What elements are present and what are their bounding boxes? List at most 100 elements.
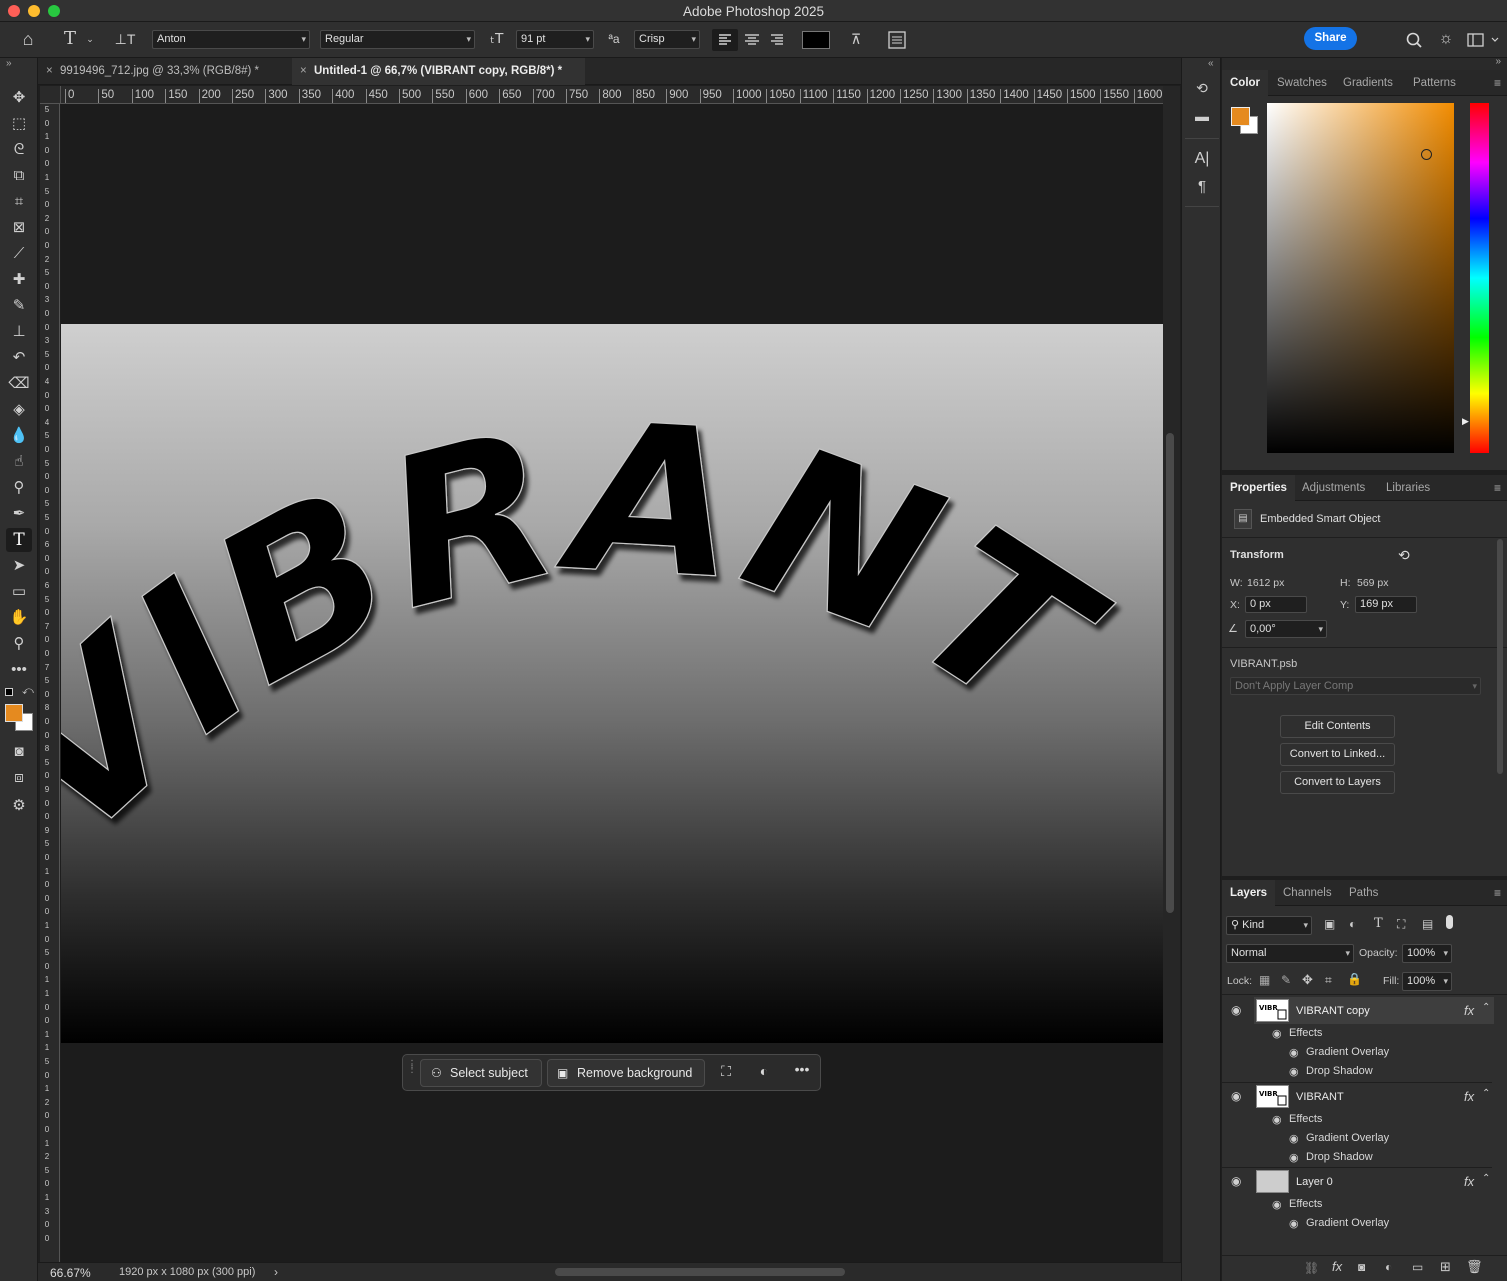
document-info[interactable]: 1920 px x 1080 px (300 ppi) xyxy=(119,1266,255,1278)
link-layers-icon[interactable]: ⛓ xyxy=(1304,1261,1319,1275)
filter-adjustment-icon[interactable]: ◐ xyxy=(1349,917,1356,931)
document-canvas[interactable]: VIBRANT xyxy=(61,324,1163,1043)
character-icon[interactable]: A| xyxy=(1190,150,1214,172)
effect-eye-icon[interactable]: ◉ xyxy=(1289,1132,1299,1145)
hue-slider[interactable] xyxy=(1470,103,1489,453)
visibility-eye-icon[interactable]: ◉ xyxy=(1231,1174,1241,1188)
share-button[interactable]: Share xyxy=(1304,27,1357,50)
align-right-button[interactable] xyxy=(766,29,790,51)
tab-properties[interactable]: Properties xyxy=(1222,475,1295,501)
filter-smart-object-icon[interactable]: ▤ xyxy=(1422,917,1433,931)
zoom-level[interactable]: 66.67% xyxy=(50,1266,91,1280)
lock-position-icon[interactable]: ✥ xyxy=(1302,972,1313,988)
lasso-tool-icon[interactable]: ᘓ xyxy=(6,138,32,162)
panel-menu-icon[interactable]: ≡ xyxy=(1494,76,1501,90)
layer-thumbnail[interactable]: VIBR xyxy=(1256,1085,1289,1108)
add-style-icon[interactable]: fx xyxy=(1332,1259,1342,1274)
layer-name[interactable]: VIBRANT copy xyxy=(1296,1005,1370,1017)
visibility-eye-icon[interactable]: ◉ xyxy=(1231,1089,1241,1103)
quick-mask-icon[interactable]: ◙ xyxy=(6,740,32,764)
transform-icon[interactable]: ⛶ xyxy=(715,1063,737,1083)
add-mask-icon[interactable]: ◙ xyxy=(1358,1260,1365,1274)
eraser-tool-icon[interactable]: ⌫ xyxy=(6,372,32,396)
tab-document-1[interactable]: × 9919496_712.jpg @ 33,3% (RGB/8#) * xyxy=(38,58,292,85)
layer-comp-select[interactable]: Don't Apply Layer Comp ▾ xyxy=(1230,677,1481,695)
tab-swatches[interactable]: Swatches xyxy=(1269,70,1335,96)
type-tool-icon[interactable]: T xyxy=(6,528,32,552)
zoom-tool-icon[interactable]: ⚲ xyxy=(6,632,32,656)
tab-layers[interactable]: Layers xyxy=(1222,880,1276,906)
new-layer-icon[interactable]: ⊞ xyxy=(1440,1259,1451,1275)
tab-color[interactable]: Color xyxy=(1222,70,1269,96)
filter-toggle[interactable] xyxy=(1446,915,1453,929)
new-group-icon[interactable]: ▭ xyxy=(1412,1260,1423,1274)
dodge-tool-icon[interactable]: ⚲ xyxy=(6,476,32,500)
convert-to-layers-button[interactable]: Convert to Layers xyxy=(1280,771,1395,794)
generative-tools-icon[interactable]: ⚙ xyxy=(6,794,32,818)
effect-gradient-overlay[interactable]: Gradient Overlay xyxy=(1306,1046,1389,1058)
properties-scrollbar[interactable] xyxy=(1497,539,1503,774)
y-position-input[interactable]: 169 px xyxy=(1355,596,1417,613)
collapse-effects-icon[interactable]: ⌃ xyxy=(1482,1088,1490,1099)
foreground-color-chip[interactable] xyxy=(1231,107,1250,126)
filter-pixel-icon[interactable]: ▣ xyxy=(1324,917,1335,931)
collapse-toolbar-icon[interactable]: » xyxy=(6,58,12,69)
pen-tool-icon[interactable]: ✒ xyxy=(6,502,32,526)
panel-menu-icon[interactable]: ≡ xyxy=(1494,481,1501,495)
more-tools-icon[interactable]: ••• xyxy=(6,658,32,682)
text-color-swatch[interactable] xyxy=(802,31,830,49)
frame-tool-icon[interactable]: ⊠ xyxy=(6,216,32,240)
remove-background-button[interactable]: ▣ Remove background xyxy=(547,1059,705,1087)
move-tool-icon[interactable]: ✥ xyxy=(6,86,32,110)
color-picker-cursor[interactable] xyxy=(1421,149,1432,160)
horizontal-ruler[interactable]: 0 50 100 150 200 250 300 350 400 450 500 550 600 650 7… xyxy=(61,86,1163,104)
chevron-down-icon[interactable]: ⌄ xyxy=(84,29,96,49)
select-subject-button[interactable]: ⚇ Select subject xyxy=(420,1059,542,1087)
effects-eye-icon[interactable]: ◉ xyxy=(1272,1113,1282,1126)
layer-filter-kind-select[interactable]: ⚲ Kind ▾ xyxy=(1226,916,1312,935)
eyedropper-tool-icon[interactable]: ⟋ xyxy=(6,242,32,266)
ruler-origin[interactable] xyxy=(40,86,61,104)
foreground-color-swatch[interactable] xyxy=(5,704,23,722)
antialias-select[interactable]: Crisp ▾ xyxy=(634,30,700,49)
fx-icon[interactable]: fx xyxy=(1464,1174,1474,1189)
warp-text-icon[interactable]: ⊼ xyxy=(845,29,867,49)
collapse-effects-icon[interactable]: ⌃ xyxy=(1482,1173,1490,1184)
lock-pixels-icon[interactable]: ✎ xyxy=(1281,973,1291,987)
text-orientation-icon[interactable]: ⊥T xyxy=(114,29,136,49)
tab-paths[interactable]: Paths xyxy=(1341,880,1386,906)
opacity-input[interactable]: 100% ▾ xyxy=(1402,944,1452,963)
brush-tool-icon[interactable]: ✎ xyxy=(6,294,32,318)
tab-document-2[interactable]: × Untitled-1 @ 66,7% (VIBRANT copy, RGB/… xyxy=(292,58,585,85)
workspace-switcher[interactable] xyxy=(1465,30,1501,50)
vertical-scroll-thumb[interactable] xyxy=(1166,433,1174,913)
lock-artboard-icon[interactable]: ⌗ xyxy=(1325,973,1332,988)
align-left-button[interactable] xyxy=(712,29,738,51)
effect-drop-shadow[interactable]: Drop Shadow xyxy=(1306,1151,1373,1163)
path-selection-tool-icon[interactable]: ➤ xyxy=(6,554,32,578)
collapse-panels-icon[interactable]: « xyxy=(1208,58,1214,69)
tab-gradients[interactable]: Gradients xyxy=(1335,70,1401,96)
hue-slider-pointer[interactable]: ▶ xyxy=(1462,416,1469,427)
effect-gradient-overlay[interactable]: Gradient Overlay xyxy=(1306,1217,1389,1229)
paint-bucket-tool-icon[interactable]: ◈ xyxy=(6,398,32,422)
effect-eye-icon[interactable]: ◉ xyxy=(1289,1151,1299,1164)
history-brush-tool-icon[interactable]: ↶ xyxy=(6,346,32,370)
delete-layer-icon[interactable]: 🗑 xyxy=(1466,1259,1483,1275)
lock-transparency-icon[interactable]: ▦ xyxy=(1259,973,1270,987)
fx-icon[interactable]: fx xyxy=(1464,1089,1474,1104)
effect-eye-icon[interactable]: ◉ xyxy=(1289,1217,1299,1230)
convert-to-linked-button[interactable]: Convert to Linked... xyxy=(1280,743,1395,766)
home-icon[interactable]: ⌂ xyxy=(16,29,40,49)
chevron-right-icon[interactable]: › xyxy=(274,1265,278,1279)
layer-row-selected[interactable] xyxy=(1254,997,1494,1024)
new-adjustment-icon[interactable]: ◐ xyxy=(1385,1260,1392,1274)
panel-menu-icon[interactable]: ≡ xyxy=(1494,886,1501,900)
reset-transform-icon[interactable]: ⟲ xyxy=(1398,547,1410,564)
clone-stamp-tool-icon[interactable]: ⊥ xyxy=(6,320,32,344)
default-colors-icon[interactable] xyxy=(5,688,13,696)
history-icon[interactable]: ⟲ xyxy=(1190,80,1214,102)
tab-channels[interactable]: Channels xyxy=(1275,880,1340,906)
filter-type-icon[interactable]: T xyxy=(1374,916,1383,931)
align-center-button[interactable] xyxy=(740,29,764,51)
